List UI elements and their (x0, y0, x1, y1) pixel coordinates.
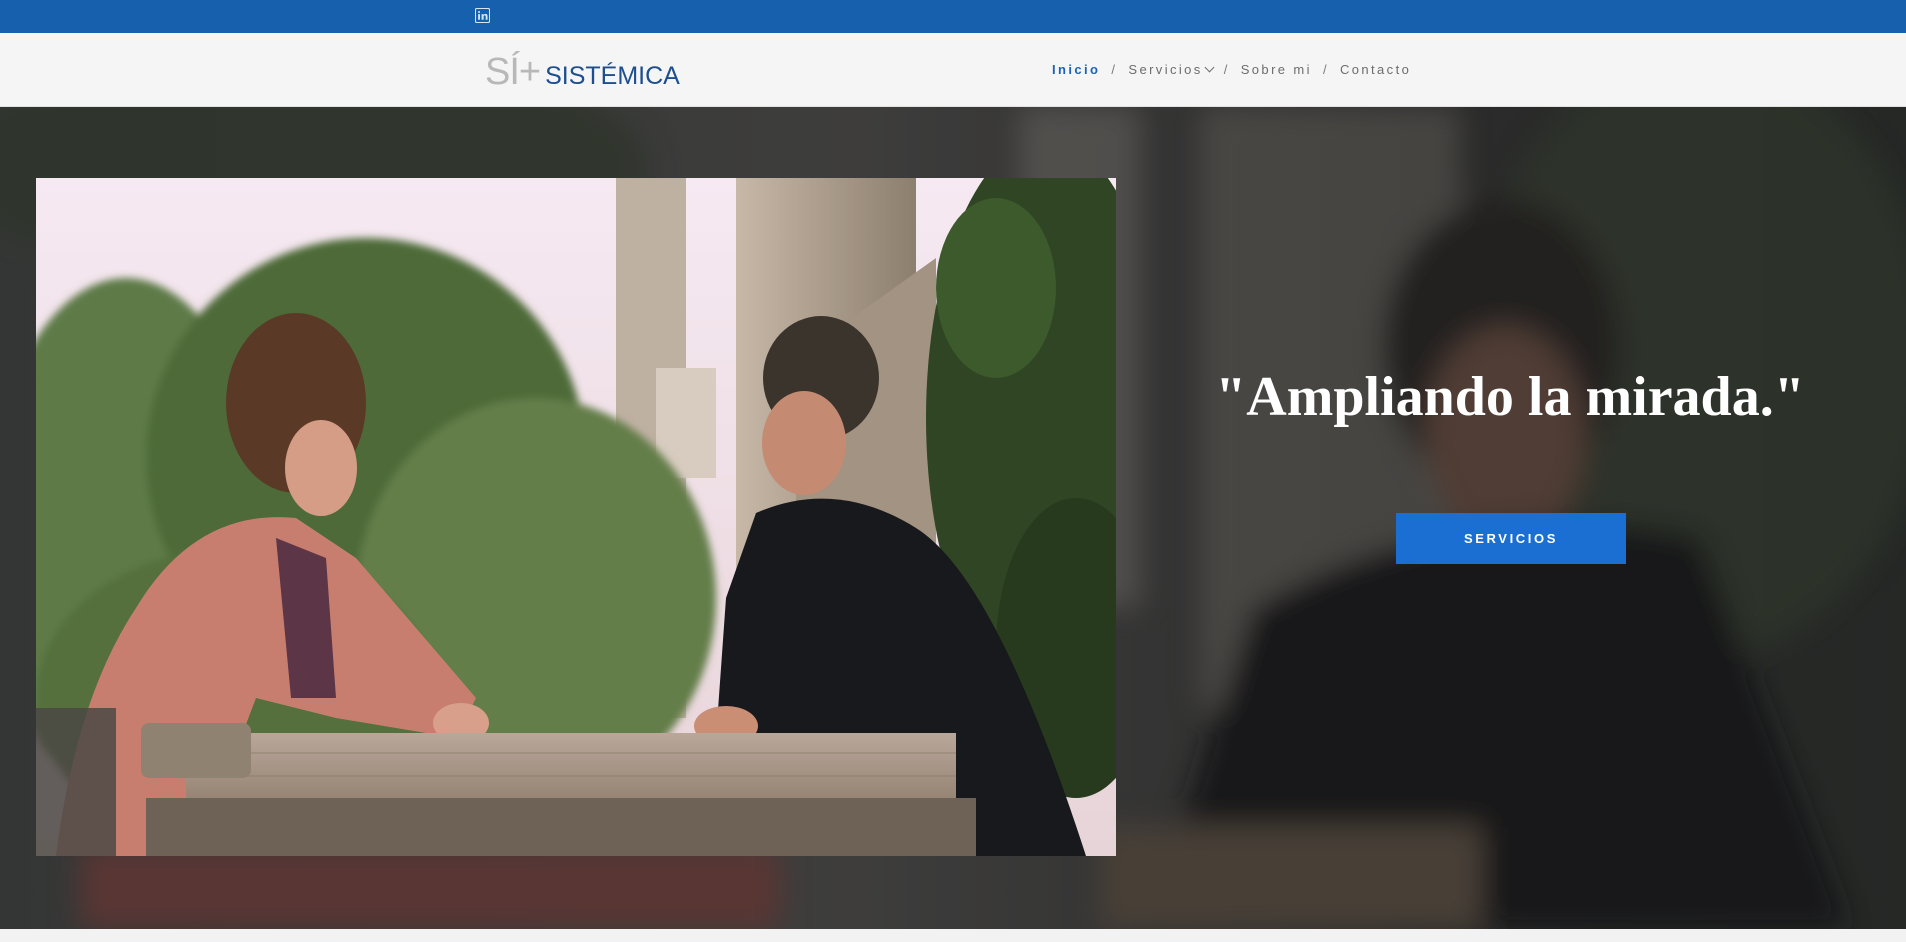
nav-separator: / (1322, 62, 1329, 77)
nav-separator: / (1223, 62, 1230, 77)
nav-item-contacto[interactable]: Contacto (1340, 62, 1411, 77)
chevron-down-icon[interactable] (1204, 62, 1215, 73)
main-nav: Inicio / Servicios / Sobre mi / Contacto (1052, 62, 1411, 77)
hero-tagline: "Ampliando la mirada." (1215, 366, 1805, 428)
site-header: SÍ+ SISTÉMICA Inicio / Servicios / Sobre… (0, 33, 1906, 107)
photo-two-people-at-table (36, 178, 1116, 856)
logo-mark: SÍ+ (485, 51, 541, 93)
nav-item-sobre-mi[interactable]: Sobre mi (1241, 62, 1312, 77)
servicios-button[interactable]: SERVICIOS (1396, 513, 1626, 564)
top-bar (0, 0, 1906, 33)
site-logo[interactable]: SÍ+ SISTÉMICA (485, 51, 680, 91)
nav-item-inicio[interactable]: Inicio (1052, 62, 1100, 77)
hero-section: "Ampliando la mirada." SERVICIOS (0, 107, 1906, 929)
nav-separator: / (1111, 62, 1118, 77)
nav-item-servicios[interactable]: Servicios (1128, 62, 1215, 77)
nav-item-servicios-label: Servicios (1128, 62, 1203, 77)
linkedin-icon[interactable] (475, 8, 490, 23)
page-bottom-strip (0, 929, 1906, 942)
logo-text: SISTÉMICA (545, 62, 680, 90)
hero-photo (36, 178, 1116, 856)
